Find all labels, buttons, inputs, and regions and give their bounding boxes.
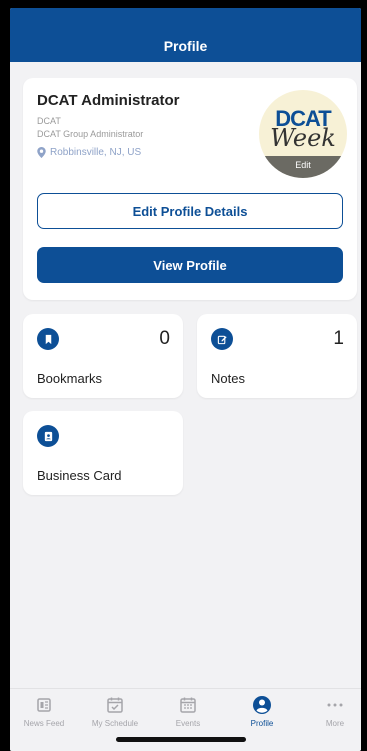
notes-tile[interactable]: 1 Notes bbox=[197, 314, 357, 398]
page-title: Profile bbox=[163, 38, 208, 54]
notes-label: Notes bbox=[211, 371, 245, 386]
bookmark-icon bbox=[37, 328, 59, 350]
more-dots-icon bbox=[325, 695, 345, 715]
view-profile-button[interactable]: View Profile bbox=[37, 247, 343, 283]
notes-count: 1 bbox=[333, 328, 344, 349]
business-card-tile[interactable]: Business Card bbox=[23, 411, 183, 495]
tab-label: My Schedule bbox=[91, 719, 139, 728]
profile-role: DCAT Group Administrator bbox=[37, 129, 144, 139]
avatar-logo-bottom: Week bbox=[270, 124, 336, 152]
bookmarks-label: Bookmarks bbox=[37, 371, 103, 386]
app-screen: Profile DCAT Administrator DCAT DCAT Gro… bbox=[10, 8, 361, 751]
profile-location: Robbinsville, NJ, US bbox=[37, 147, 141, 158]
business-card-label: Business Card bbox=[37, 468, 122, 483]
tab-events[interactable]: Events bbox=[158, 695, 218, 728]
bookmarks-tile[interactable]: 0 Bookmarks bbox=[23, 314, 183, 398]
profile-card: DCAT Administrator DCAT DCAT Group Admin… bbox=[23, 78, 357, 300]
tab-label: Profile bbox=[250, 719, 274, 728]
location-pin-icon bbox=[37, 147, 46, 158]
tab-label: More bbox=[325, 719, 345, 728]
profile-org: DCAT bbox=[37, 116, 61, 126]
tab-profile[interactable]: Profile bbox=[232, 695, 292, 728]
tab-news-feed[interactable]: News Feed bbox=[14, 695, 74, 728]
bookmarks-count: 0 bbox=[159, 328, 170, 349]
calendar-grid-icon bbox=[178, 695, 198, 715]
home-indicator bbox=[116, 737, 246, 742]
avatar-edit-button[interactable]: Edit bbox=[259, 156, 347, 178]
tab-more[interactable]: More bbox=[305, 695, 361, 728]
business-card-icon bbox=[37, 425, 59, 447]
tab-label: Events bbox=[175, 719, 201, 728]
top-nav-bar: Profile bbox=[10, 8, 361, 62]
news-feed-icon bbox=[34, 695, 54, 715]
edit-profile-details-button[interactable]: Edit Profile Details bbox=[37, 193, 343, 229]
profile-avatar[interactable]: DCAT Week Edit bbox=[259, 90, 347, 178]
person-icon bbox=[252, 695, 272, 715]
tab-my-schedule[interactable]: My Schedule bbox=[85, 695, 145, 728]
calendar-check-icon bbox=[105, 695, 125, 715]
tab-label: News Feed bbox=[23, 719, 65, 728]
edit-note-icon bbox=[211, 328, 233, 350]
profile-name: DCAT Administrator bbox=[37, 92, 180, 109]
location-text: Robbinsville, NJ, US bbox=[50, 147, 142, 158]
